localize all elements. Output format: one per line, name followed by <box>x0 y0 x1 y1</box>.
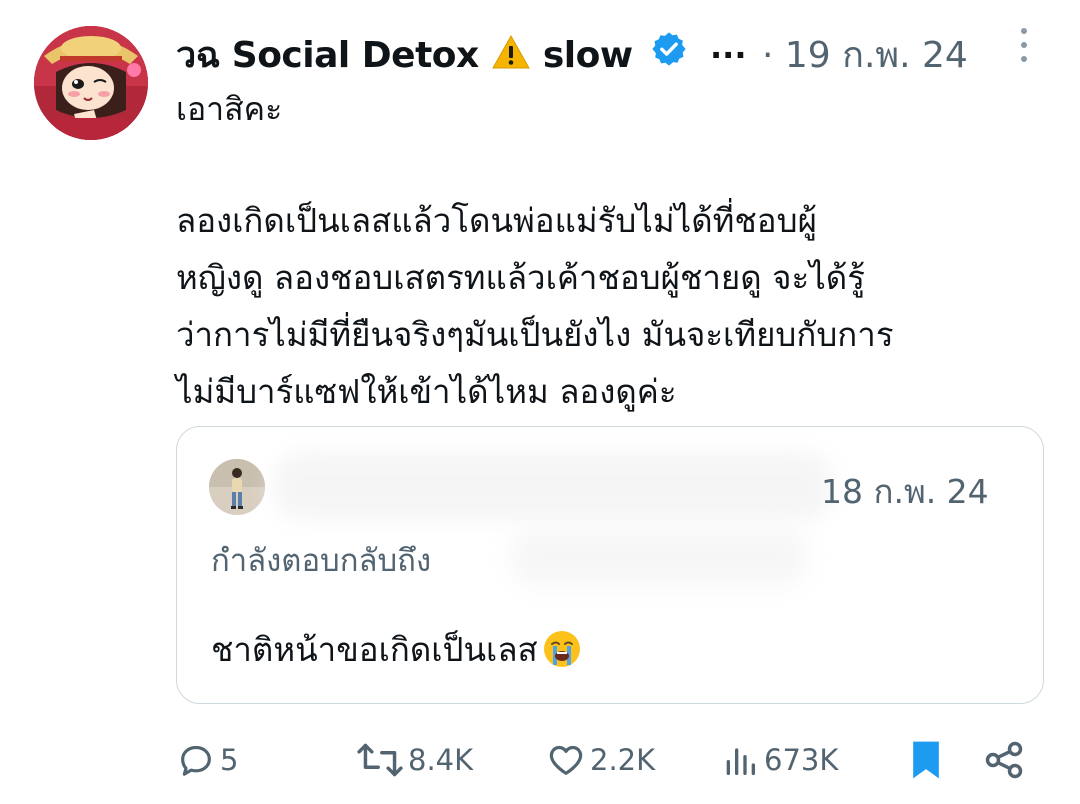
replying-to-label: กำลังตอบกลับถึง <box>211 543 432 579</box>
crying-face-icon <box>542 629 582 677</box>
reply-count: 5 <box>220 743 239 777</box>
share-icon <box>985 741 1023 779</box>
author-avatar[interactable] <box>34 26 148 140</box>
post-first-line: เอาสิคะ <box>176 90 283 128</box>
post-body-line: ลองเกิดเป็นเลสแล้วโดนพ่อแม่รับไม่ได้ที่ช… <box>176 201 817 240</box>
quoted-timestamp[interactable]: 18 ก.พ. 24 <box>821 465 989 518</box>
view-count: 673K <box>764 743 839 777</box>
quoted-text-content: ชาติหน้าขอเกิดเป็นเลส <box>211 630 538 669</box>
redacted-reply-handle <box>509 527 809 587</box>
like-count: 2.2K <box>590 743 656 777</box>
post-body-line: หญิงดู ลองชอบเสตรทแล้วเค้าชอบผู้ชายดู จะ… <box>176 258 865 297</box>
quoted-post-card[interactable]: 18 ก.พ. 24 กำลังตอบกลับถึง ชาติหน้าขอเกิ… <box>176 426 1044 704</box>
heart-icon <box>549 745 583 775</box>
repost-icon <box>357 743 403 777</box>
like-button[interactable]: 2.2K <box>546 730 655 790</box>
author-name-suffix: slow <box>542 35 633 76</box>
warning-icon <box>491 34 531 79</box>
name-truncation: ... <box>710 28 747 66</box>
post-date: 19 ก.พ. 24 <box>784 35 968 76</box>
bookmark-button[interactable] <box>906 730 946 790</box>
repost-count: 8.4K <box>408 743 474 777</box>
post-body: ลองเกิดเป็นเลสแล้วโดนพ่อแม่รับไม่ได้ที่ช… <box>176 192 1056 420</box>
author-name-text: วฉ Social Detox <box>176 35 479 76</box>
avatar-image <box>34 26 148 140</box>
quoted-avatar-image <box>209 459 265 515</box>
redacted-author-name <box>273 451 833 521</box>
action-bar: 5 8.4K 2.2K 673K <box>0 730 1080 790</box>
views-icon <box>726 748 755 775</box>
quoted-author-avatar[interactable] <box>209 459 265 515</box>
reply-button[interactable]: 5 <box>176 730 238 790</box>
bookmark-icon <box>913 741 939 779</box>
reply-icon <box>181 745 211 776</box>
quoted-text: ชาติหน้าขอเกิดเป็นเลส <box>211 623 582 677</box>
post-body-line: ไม่มีบาร์แซฟให้เข้าได้ไหม ลองดูค่ะ <box>176 372 677 411</box>
more-options-icon[interactable] <box>1014 28 1034 74</box>
verified-badge-icon[interactable] <box>650 30 688 68</box>
author-name[interactable]: วฉ Social Detox slow <box>176 26 633 83</box>
share-button[interactable] <box>982 730 1026 790</box>
views-button[interactable]: 673K <box>720 730 838 790</box>
post-timestamp[interactable]: · 19 ก.พ. 24 <box>762 26 968 83</box>
time-separator: · <box>762 35 774 76</box>
post-header: วฉ Social Detox slow ... · 19 ก.พ. 24 <box>176 22 1056 78</box>
repost-button[interactable]: 8.4K <box>356 730 473 790</box>
post-body-line: ว่าการไม่มีที่ยืนจริงๆมันเป็นยังไง มันจะ… <box>176 315 894 354</box>
